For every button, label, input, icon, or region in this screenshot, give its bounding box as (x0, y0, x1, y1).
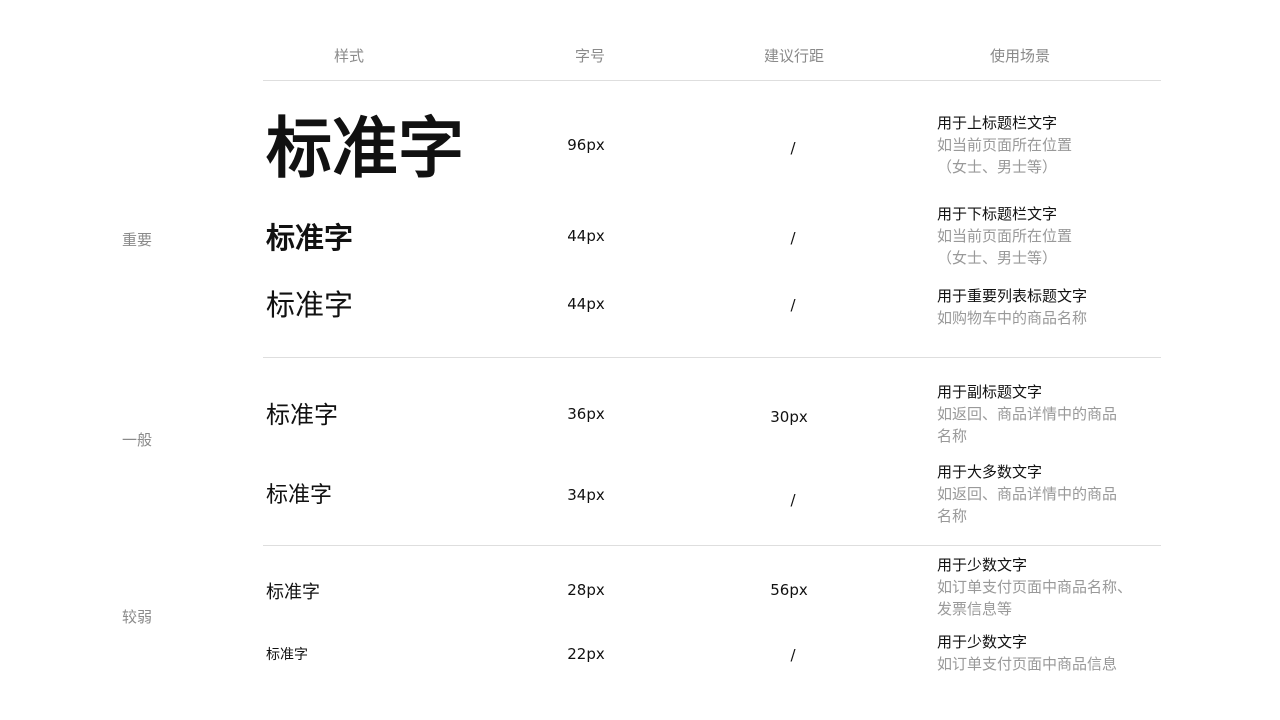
line-height-value: / (790, 229, 796, 247)
sample-text: 标准字 (266, 288, 354, 322)
header-style: 样式 (333, 47, 365, 65)
usage-desc: 如返回、商品详情中的商品 (937, 485, 1118, 503)
font-size-value: 22px (567, 645, 605, 663)
group-label-important: 重要 (122, 231, 153, 249)
font-size-value: 34px (567, 486, 605, 504)
sample-text: 标准字 (266, 582, 320, 603)
usage-desc: 如当前页面所在位置 (937, 227, 1073, 245)
usage-desc: 如订单支付页面中商品信息 (937, 655, 1118, 673)
usage-cell: 用于副标题文字 如返回、商品详情中的商品 名称 (937, 381, 1117, 447)
font-size-value: 96px (567, 136, 605, 154)
usage-desc: （女士、男士等） (937, 158, 1058, 176)
usage-desc: 名称 (937, 507, 968, 525)
usage-title: 用于副标题文字 (937, 383, 1043, 401)
sample-text: 标准字 (266, 110, 464, 187)
font-size-value: 28px (567, 581, 605, 599)
usage-desc: 如购物车中的商品名称 (937, 309, 1088, 327)
font-size-value: 44px (567, 295, 605, 313)
usage-cell: 用于下标题栏文字 如当前页面所在位置 （女士、男士等） (937, 203, 1072, 269)
usage-desc: 如订单支付页面中商品名称、 (937, 578, 1133, 596)
usage-desc: 如当前页面所在位置 (937, 136, 1073, 154)
sample-text: 标准字 (266, 401, 338, 429)
usage-cell: 用于重要列表标题文字 如购物车中的商品名称 (937, 285, 1087, 329)
header-line-height: 建议行距 (763, 47, 825, 65)
line-height-value: / (790, 491, 796, 509)
line-height-value: / (790, 646, 796, 664)
usage-title: 用于大多数文字 (937, 463, 1043, 481)
font-size-value: 36px (567, 405, 605, 423)
group-divider (263, 545, 1161, 546)
header-usage: 使用场景 (989, 47, 1051, 65)
usage-title: 用于下标题栏文字 (937, 205, 1058, 223)
usage-cell: 用于少数文字 如订单支付页面中商品名称、 发票信息等 (937, 554, 1132, 620)
usage-cell: 用于上标题栏文字 如当前页面所在位置 （女士、男士等） (937, 112, 1072, 178)
usage-desc: 发票信息等 (937, 600, 1013, 618)
line-height-value: 30px (770, 408, 808, 426)
sample-text: 标准字 (266, 647, 308, 663)
usage-cell: 用于大多数文字 如返回、商品详情中的商品 名称 (937, 461, 1117, 527)
usage-desc: 如返回、商品详情中的商品 (937, 405, 1118, 423)
line-height-value: / (790, 296, 796, 314)
usage-desc: （女士、男士等） (937, 249, 1058, 267)
usage-desc: 名称 (937, 427, 968, 445)
header-divider (263, 80, 1161, 81)
group-label-normal: 一般 (122, 431, 153, 449)
group-divider (263, 357, 1161, 358)
sample-text: 标准字 (266, 483, 333, 508)
line-height-value: / (790, 139, 796, 157)
usage-title: 用于重要列表标题文字 (937, 287, 1088, 305)
sample-text: 标准字 (266, 221, 354, 255)
font-size-value: 44px (567, 227, 605, 245)
group-label-weak: 较弱 (122, 608, 153, 626)
usage-title: 用于少数文字 (937, 556, 1028, 574)
usage-cell: 用于少数文字 如订单支付页面中商品信息 (937, 631, 1117, 675)
header-font-size: 字号 (574, 47, 606, 65)
line-height-value: 56px (770, 581, 808, 599)
usage-title: 用于少数文字 (937, 633, 1028, 651)
usage-title: 用于上标题栏文字 (937, 114, 1058, 132)
